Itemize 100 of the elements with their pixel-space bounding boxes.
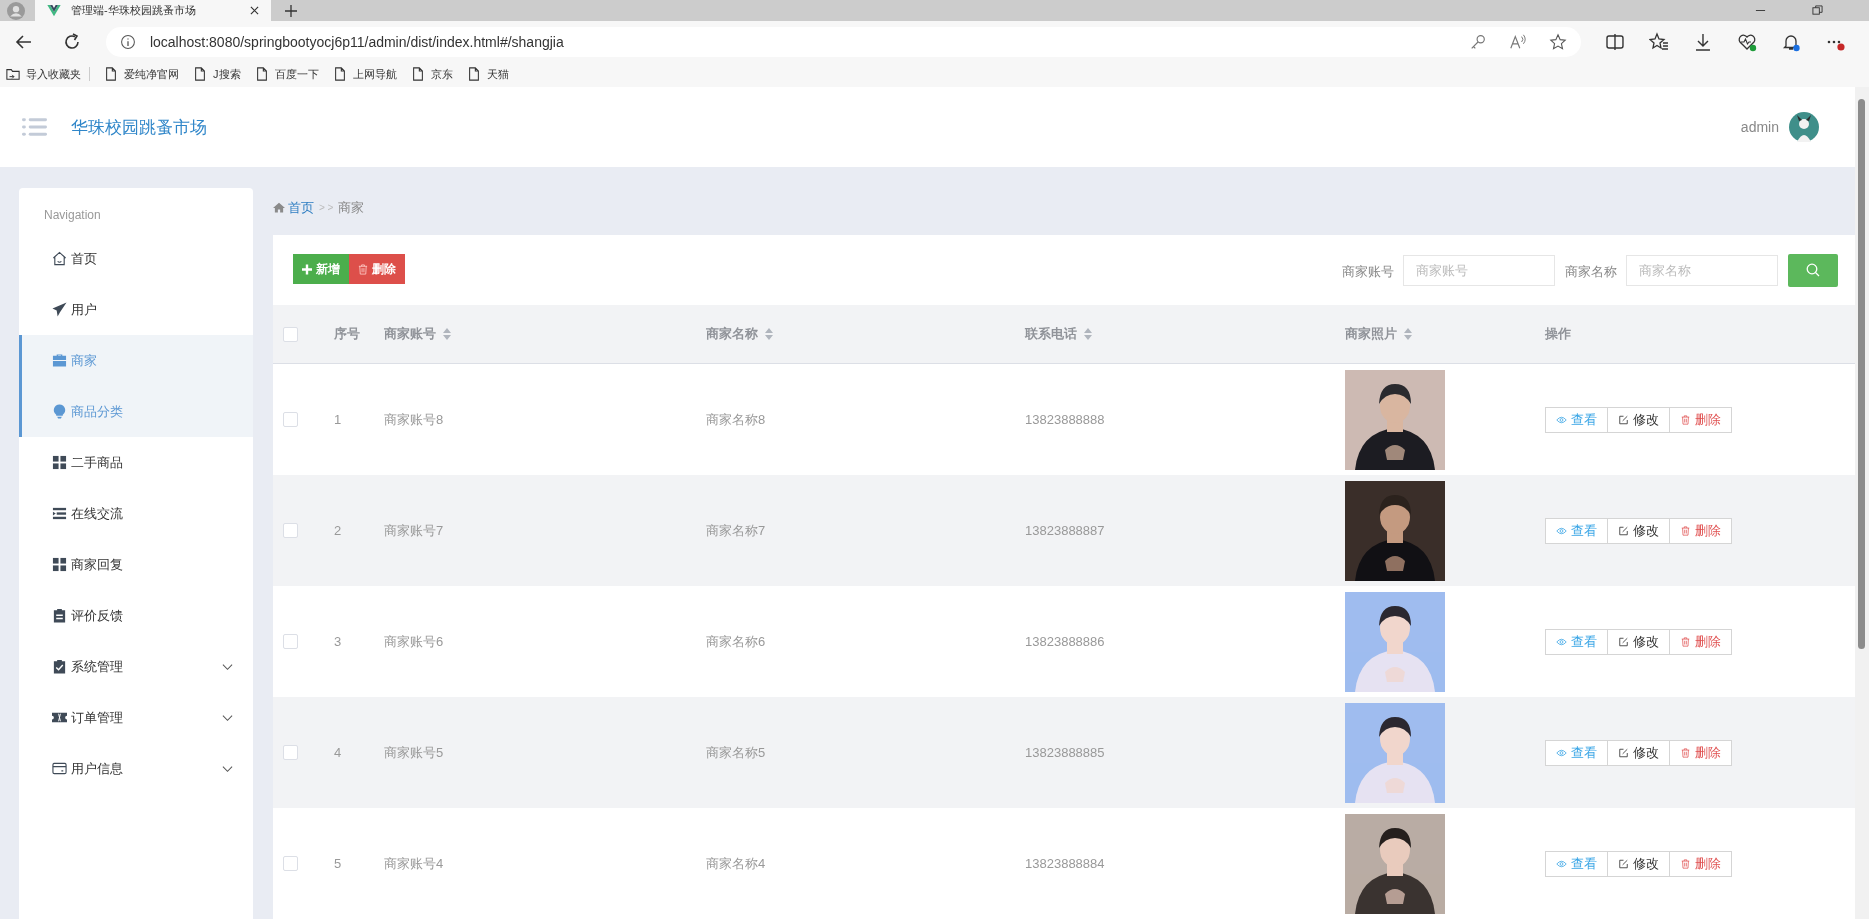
bookmark-link[interactable]: 天猫 [466,66,509,82]
page-icon [332,67,347,81]
column-header: 商家账号 [384,325,436,343]
delete-button[interactable]: 删除 [349,254,405,284]
grid-icon [52,455,67,470]
eye-icon [1556,636,1567,647]
column-header: 联系电话 [1025,325,1077,343]
table-cell: 13823888888 [1025,412,1105,427]
sidebar-item[interactable]: 评价反馈 [19,590,253,641]
edit-icon [1618,858,1629,869]
browser-tab[interactable]: 管理端-华珠校园跳蚤市场 [35,0,271,21]
column-header: 商家照片 [1345,325,1397,343]
key-icon[interactable] [1469,33,1488,51]
bookmark-link[interactable]: 爱纯净官网 [104,66,179,82]
read-aloud-icon[interactable] [1509,33,1528,51]
table-cell: 3 [334,634,342,649]
row-checkbox[interactable] [283,634,298,649]
page-icon [254,67,269,81]
health-icon[interactable] [1737,32,1758,52]
sidebar-item[interactable]: 商家回复 [19,539,253,590]
avatar[interactable] [1789,112,1819,142]
table-cell: 商家名称4 [706,854,766,873]
sidebar-item[interactable]: 在线交流 [19,488,253,539]
search-label: 商家账号 [1342,263,1394,281]
list-icon [52,506,67,521]
delete-button[interactable]: 删除 [1669,406,1732,433]
page-icon [410,67,425,81]
delete-button[interactable]: 删除 [1669,628,1732,655]
delete-button[interactable]: 删除 [1669,850,1732,877]
trash-icon [1680,747,1691,758]
table-cell: 商家账号7 [384,521,444,540]
edit-icon [1618,636,1629,647]
edit-button[interactable]: 修改 [1607,628,1670,655]
sidebar-item[interactable]: 首页 [19,233,253,284]
scrollbar[interactable] [1855,87,1869,919]
address-bar[interactable]: localhost:8080/springbootyocj6p11/admin/dist/index.html#/shangjia [105,27,1582,57]
sidebar-item[interactable]: 用户 [19,284,253,335]
select-all-checkbox[interactable] [283,326,298,342]
column-header: 商家名称 [706,325,758,343]
eye-icon [1556,747,1567,758]
close-icon[interactable] [250,6,259,15]
trash-icon [1680,636,1691,647]
new-tab-icon[interactable] [285,4,297,17]
bookmark-link[interactable]: 导入收藏夹 [6,66,90,82]
lightbulb-icon [52,404,67,419]
table-cell: 商家名称7 [706,521,766,540]
table-cell: 商家名称6 [706,632,766,651]
eye-icon [1556,858,1567,869]
eye-icon [1556,525,1567,536]
search-button[interactable] [1788,253,1838,287]
breadcrumb-item[interactable]: 首页 [288,198,314,217]
table-cell: 商家账号8 [384,410,444,429]
star-icon[interactable] [1549,33,1568,51]
column-header: 序号 [334,325,360,343]
row-checkbox[interactable] [283,412,298,427]
delete-button[interactable]: 删除 [1669,517,1732,544]
row-checkbox[interactable] [283,856,298,871]
bell-icon[interactable] [1781,32,1802,52]
table-cell: 商家账号5 [384,743,444,762]
table-cell: 4 [334,745,342,760]
table-cell: 13823888887 [1025,523,1105,538]
table-cell: 商家名称5 [706,743,766,762]
breadcrumb-separator: > > [319,202,334,213]
page-icon [104,67,118,81]
sidebar-item[interactable]: 二手商品 [19,437,253,488]
chevron-icon [222,764,233,773]
bookmark-link[interactable]: J搜索 [193,66,241,82]
chevron-icon [222,662,233,671]
bookmark-link[interactable]: 上网导航 [332,66,397,82]
edit-button[interactable]: 修改 [1607,739,1670,766]
info-icon[interactable] [119,34,136,50]
sidebar-item[interactable]: 用户信息 [19,743,253,794]
restore-icon[interactable] [1812,5,1823,16]
trash-icon [1680,525,1691,536]
delete-button[interactable]: 删除 [1669,739,1732,766]
briefcase-icon [52,353,67,368]
search-field[interactable]: 商家名称 [1626,254,1778,286]
sidebar-heading: Navigation [43,208,102,224]
table-cell: 5 [334,856,342,871]
ticket-icon [52,710,67,725]
sidebar-item[interactable]: 订单管理 [19,692,253,743]
favorites-icon[interactable] [1649,32,1670,52]
row-checkbox[interactable] [283,745,298,760]
row-checkbox[interactable] [283,523,298,538]
edit-button[interactable]: 修改 [1607,406,1670,433]
trash-icon [1680,858,1691,869]
clipboard-check-icon [52,659,67,674]
page-icon [193,67,207,81]
sidebar-item[interactable]: 系统管理 [19,641,253,692]
bookmark-link[interactable]: 京东 [410,66,453,82]
edit-button[interactable]: 修改 [1607,517,1670,544]
table-cell: 13823888885 [1025,745,1105,760]
search-field[interactable]: 商家账号 [1403,254,1555,286]
split-screen-icon[interactable] [1605,32,1626,52]
table-cell: 商家账号6 [384,632,444,651]
page-icon [466,67,481,81]
bookmark-link[interactable]: 百度一下 [254,66,319,82]
grid-icon [52,557,67,572]
clipboard-icon [52,608,67,623]
edit-button[interactable]: 修改 [1607,850,1670,877]
